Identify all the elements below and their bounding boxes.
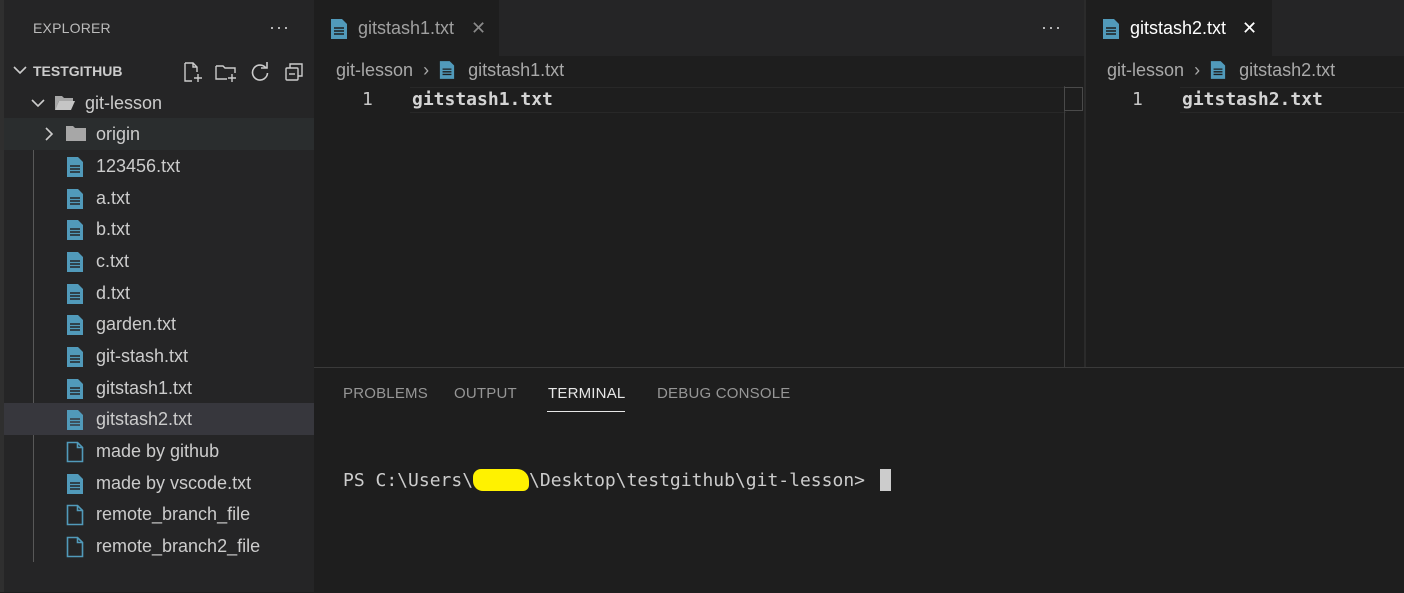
tab-debug-console[interactable]: DEBUG CONSOLE [657,385,790,402]
tree-item-made-by-github[interactable]: made by github [4,435,314,467]
breadcrumb: git-lesson › gitstash2.txt [1107,59,1335,85]
tab-label: gitstash1.txt [358,18,455,38]
tree-item-label: remote_branch2_file [96,536,261,556]
text-file-icon [67,220,83,240]
tree-item-label: d.txt [96,283,131,303]
explorer-more-actions-button[interactable]: ··· [269,17,290,38]
editor-more-actions-button[interactable]: ··· [1041,17,1062,38]
text-file-icon [439,61,455,80]
text-file-icon [67,474,83,494]
line-number: 1 [1132,89,1143,110]
chevron-right-icon: › [1194,59,1201,80]
tree-item-git-lesson[interactable]: git-lesson [4,87,314,119]
editor-scrollbar[interactable] [1064,86,1065,367]
tree-item-label: c.txt [96,251,130,271]
redaction-mark [473,469,530,491]
refresh-icon[interactable] [248,60,272,84]
line-number: 1 [362,89,373,110]
tree-item-origin[interactable]: origin [4,118,314,150]
close-icon[interactable]: ✕ [471,18,486,39]
text-file-icon [67,157,83,177]
new-folder-icon[interactable] [214,60,238,84]
terminal-cursor [879,469,891,491]
tab-output[interactable]: OUTPUT [454,385,517,402]
prompt-suffix: \Desktop\testgithub\git-lesson> [529,470,876,491]
text-file-icon [1103,19,1119,39]
tree-item-b-txt[interactable]: b.txt [4,213,314,245]
tab-gitstash1-txt[interactable]: gitstash1.txt ✕ [314,0,499,56]
folder-icon [66,126,86,141]
file-icon [66,536,84,558]
breadcrumb-file[interactable]: gitstash1.txt [468,60,564,81]
tree-item-label: made by vscode.txt [96,473,252,493]
tab-problems[interactable]: PROBLEMS [343,385,428,402]
close-icon[interactable]: ✕ [1242,18,1257,39]
chevron-down-icon [13,66,27,75]
editor-group-left: gitstash1.txt ✕ ··· git-lesson › gitstas… [314,0,1084,367]
collapse-all-icon[interactable] [282,60,306,84]
chevron-right-icon: › [423,59,430,80]
text-file-icon [1210,61,1226,80]
breadcrumb-folder[interactable]: git-lesson [1107,60,1184,81]
scrollbar-slider[interactable] [1064,87,1083,111]
breadcrumb-file[interactable]: gitstash2.txt [1239,60,1335,81]
tree-item-label: a.txt [96,188,131,208]
prompt-prefix: PS C:\Users\ [343,470,474,491]
code-line[interactable]: gitstash1.txt [412,89,553,110]
text-file-icon [67,379,83,399]
terminal-prompt[interactable]: PS C:\Users\ \Desktop\testgithub\git-less… [343,469,891,491]
workspace-section-header[interactable]: TESTGITHUB [4,56,314,86]
breadcrumb-folder[interactable]: git-lesson [336,60,413,81]
text-file-icon [67,189,83,209]
tree-item-remote-branch-file[interactable]: remote_branch_file [4,498,314,530]
tree-item-git-stash-txt[interactable]: git-stash.txt [4,340,314,372]
folder-open-icon [55,96,75,110]
tree-item-label: git-lesson [85,93,163,113]
file-icon [66,441,84,463]
text-file-icon [331,19,347,39]
editor-group-right: gitstash2.txt ✕ git-lesson › gitstash2.t… [1086,0,1404,367]
tab-terminal[interactable]: TERMINAL [548,385,625,402]
tree-item-made-by-vscode-txt[interactable]: made by vscode.txt [4,467,314,499]
text-file-icon [67,284,83,304]
code-line[interactable]: gitstash2.txt [1182,89,1323,110]
file-icon [66,504,84,526]
tree-item-label: garden.txt [96,314,177,334]
tab-gitstash2-txt[interactable]: gitstash2.txt ✕ [1086,0,1272,56]
tree-item-123456-txt[interactable]: 123456.txt [4,150,314,182]
chevron-down-icon [31,99,45,108]
new-file-icon[interactable] [180,60,204,84]
tree-item-label: 123456.txt [96,156,181,176]
tree-item-garden-txt[interactable]: garden.txt [4,308,314,340]
breadcrumb: git-lesson › gitstash1.txt [336,59,564,85]
tab-label: gitstash2.txt [1130,18,1227,38]
chevron-right-icon [45,127,54,141]
explorer-title: EXPLORER [33,20,111,36]
text-file-icon [67,252,83,272]
tree-item-remote-branch2-file[interactable]: remote_branch2_file [4,530,314,562]
tree-item-label: git-stash.txt [96,346,189,366]
workspace-title: TESTGITHUB [33,63,123,79]
bottom-panel: PROBLEMS OUTPUT TERMINAL DEBUG CONSOLE P… [314,367,1404,593]
active-tab-indicator [547,411,625,412]
tree-item-gitstash2-txt[interactable]: gitstash2.txt [4,403,314,435]
tree-item-gitstash1-txt[interactable]: gitstash1.txt [4,372,314,404]
tree-item-d-txt[interactable]: d.txt [4,277,314,309]
tree-item-label: origin [96,124,141,144]
text-file-icon [67,315,83,335]
tree-item-label: gitstash2.txt [96,409,193,429]
text-file-icon [67,347,83,367]
tree-item-a-txt[interactable]: a.txt [4,182,314,214]
tree-item-label: made by github [96,441,220,461]
tree-item-label: gitstash1.txt [96,378,193,398]
tree-item-label: remote_branch_file [96,504,251,524]
tree-item-label: b.txt [96,219,131,239]
text-file-icon [67,410,83,430]
tab-bar: gitstash2.txt ✕ [1086,0,1404,56]
tab-bar: gitstash1.txt ✕ ··· [314,0,1084,56]
explorer-sidebar: EXPLORER ··· TESTGITHUB git-lesson origi… [0,0,314,592]
tree-item-c-txt[interactable]: c.txt [4,245,314,277]
